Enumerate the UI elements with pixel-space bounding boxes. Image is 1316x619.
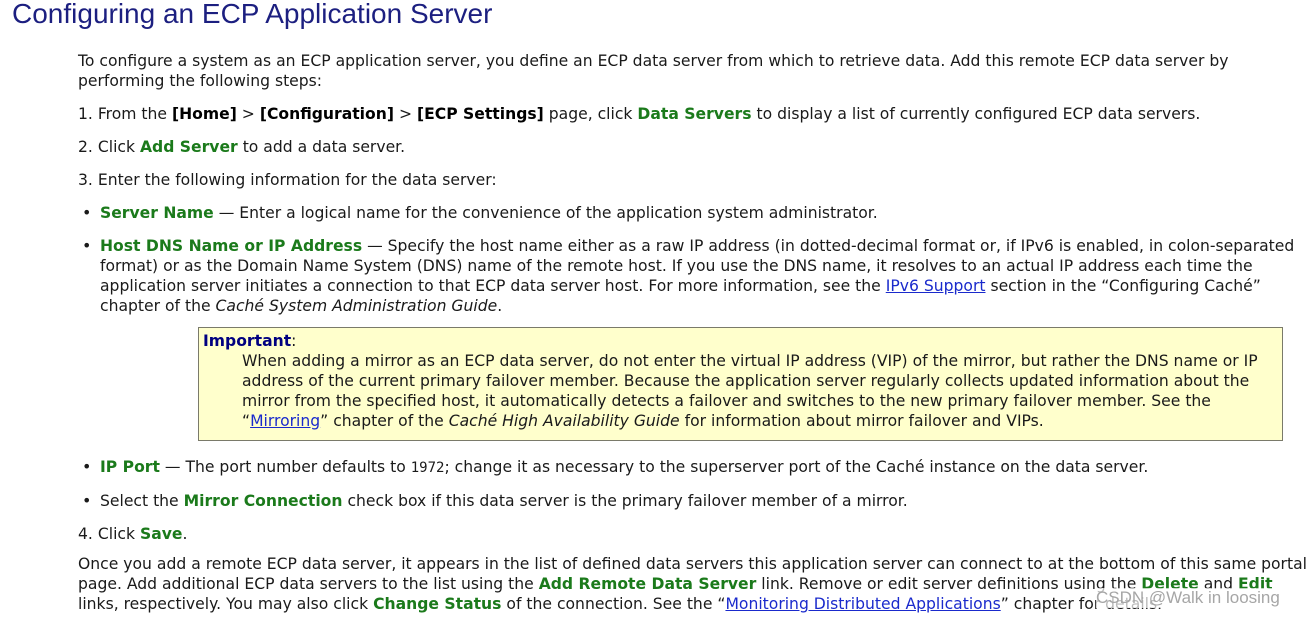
bullet-host-dns: Host DNS Name or IP Address — Specify th… [82, 236, 1310, 316]
step-1: 1. From the [Home] > [Configuration] > [… [78, 105, 1201, 123]
ipv6-support-link[interactable]: IPv6 Support [886, 277, 986, 295]
step-2: 2. Click Add Server to add a data server… [78, 138, 406, 156]
step-3: 3. Enter the following information for t… [78, 171, 497, 189]
mirroring-link[interactable]: Mirroring [250, 412, 320, 430]
add-remote-data-server-term: Add Remote Data Server [538, 575, 757, 593]
port-code: 1972 [410, 460, 445, 476]
host-dns-term: Host DNS Name or IP Address [100, 237, 363, 255]
important-text: When adding a mirror as an ECP data serv… [242, 352, 1258, 430]
bullet-ip-port: IP Port — The port number defaults to 19… [82, 457, 1310, 478]
important-note-box: Important: When adding a mirror as an EC… [198, 327, 1283, 441]
step-4: 4. Click Save. [78, 525, 188, 543]
page-title: Configuring an ECP Application Server [12, 0, 493, 29]
add-server-term: Add Server [139, 138, 238, 156]
save-term: Save [139, 525, 183, 543]
bullet-server-name: Server Name — Enter a logical name for t… [82, 203, 1310, 223]
bullet-mirror-connection: Select the Mirror Connection check box i… [82, 491, 1310, 511]
ip-port-term: IP Port [100, 458, 160, 476]
data-servers-term: Data Servers [637, 105, 752, 123]
watermark: CSDN @Walk in loosing [1096, 588, 1280, 608]
monitoring-distributed-applications-link[interactable]: Monitoring Distributed Applications [725, 595, 1000, 613]
intro-paragraph: To configure a system as an ECP applicat… [78, 52, 1229, 90]
breadcrumb-configuration: [Configuration] [259, 105, 394, 123]
breadcrumb-ecp-settings: [ECP Settings] [416, 105, 544, 123]
important-label: Important: [203, 332, 297, 350]
server-name-term: Server Name [100, 204, 214, 222]
change-status-term: Change Status [373, 595, 502, 613]
mirror-connection-term: Mirror Connection [183, 492, 343, 510]
breadcrumb-home: [Home] [171, 105, 237, 123]
